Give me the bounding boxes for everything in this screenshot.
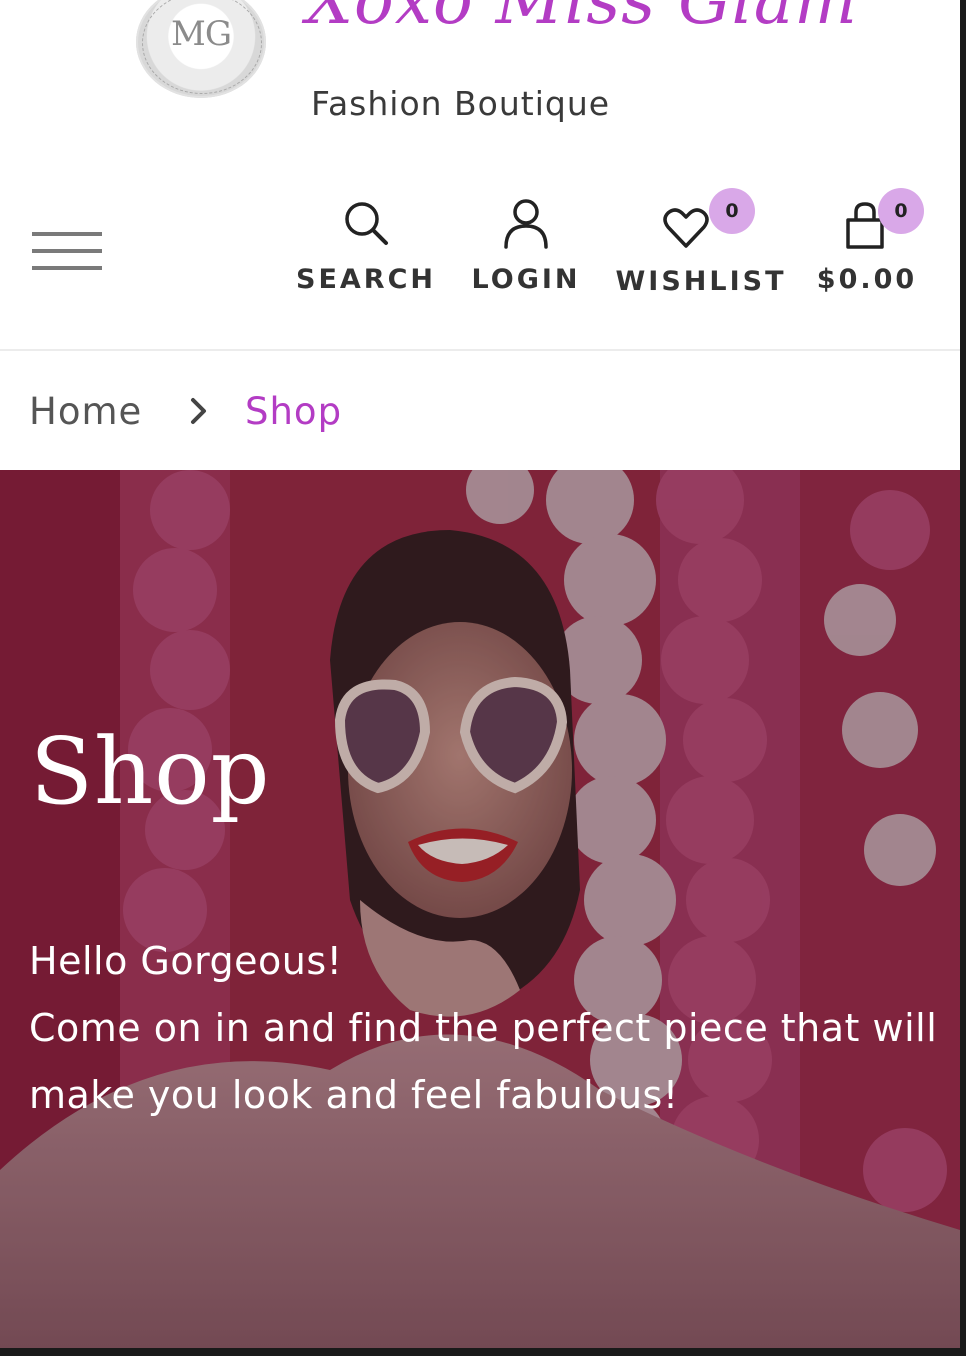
hamburger-menu-icon[interactable] <box>32 232 102 276</box>
wishlist-label: WISHLIST <box>615 266 787 297</box>
shopping-bag-icon: 0 <box>814 188 924 252</box>
logo-monogram: MG <box>171 14 232 54</box>
screen-edge <box>960 0 966 1356</box>
hero-banner <box>0 470 960 1348</box>
breadcrumb-current: Shop <box>245 390 343 433</box>
search-label: SEARCH <box>296 264 436 295</box>
chevron-right-icon <box>188 394 210 432</box>
site-header: MG Xoxo Miss Glam Fashion Boutique SEARC… <box>0 0 960 350</box>
brand-tagline: Fashion Boutique <box>311 84 611 123</box>
brand-name[interactable]: Xoxo Miss Glam <box>306 0 866 39</box>
hero-title: Shop <box>30 718 271 825</box>
search-icon <box>292 194 440 252</box>
user-icon <box>468 194 584 252</box>
hero-background-image <box>0 470 960 1348</box>
search-button[interactable]: SEARCH <box>292 194 440 295</box>
cart-total: $0.00 <box>816 264 918 295</box>
breadcrumb: Home Shop <box>0 352 960 470</box>
hero-greeting: Hello Gorgeous! <box>29 939 343 983</box>
wishlist-count-badge: 0 <box>709 188 755 234</box>
cart-count-badge: 0 <box>878 188 924 234</box>
brand-logo[interactable]: MG <box>136 0 266 98</box>
heart-icon: 0 <box>612 188 790 252</box>
cart-button[interactable]: 0 $0.00 <box>814 188 924 295</box>
breadcrumb-home-link[interactable]: Home <box>29 390 142 433</box>
wishlist-button[interactable]: 0 WISHLIST <box>612 188 790 297</box>
hero-message: Hello Gorgeous! Come on in and find the … <box>29 928 949 1129</box>
login-button[interactable]: LOGIN <box>468 194 584 295</box>
screen-bottom-edge <box>0 1348 966 1356</box>
header-divider <box>0 349 960 351</box>
login-label: LOGIN <box>471 264 581 295</box>
hero-body: Come on in and find the perfect piece th… <box>29 1006 938 1117</box>
